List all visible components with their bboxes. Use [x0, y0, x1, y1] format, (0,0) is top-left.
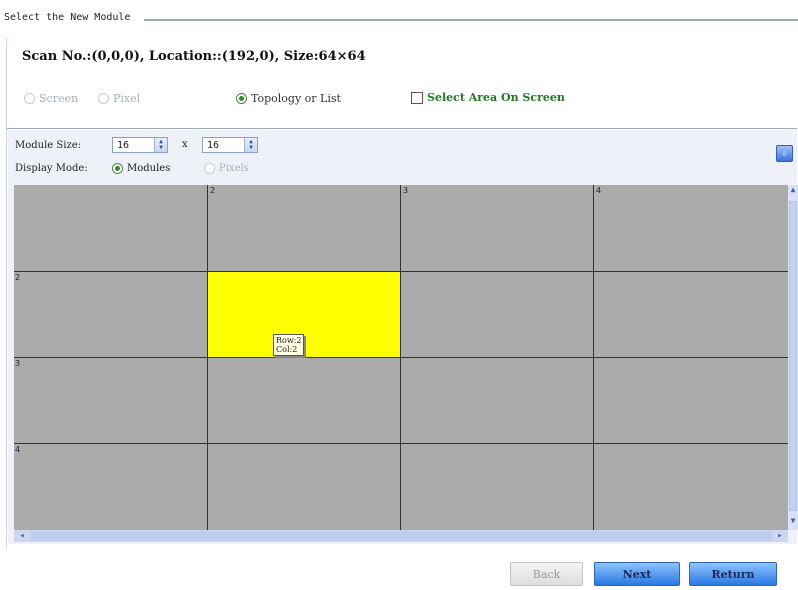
grid-row-divider — [14, 357, 788, 358]
topology-radio[interactable] — [236, 93, 247, 104]
row-label: 2 — [15, 273, 21, 282]
horizontal-scrollbar[interactable]: ◂ ▸ — [14, 530, 788, 542]
scroll-up-icon[interactable]: ▲ — [788, 185, 798, 199]
module-grid[interactable]: 2 3 4 2 3 4 Row:2 Col:2 — [14, 185, 788, 530]
next-button[interactable]: Next — [594, 562, 680, 586]
return-button[interactable]: Return — [689, 562, 777, 586]
topology-radio-label: Topology or List — [251, 92, 341, 105]
screen-radio-option[interactable]: Screen — [24, 92, 78, 105]
tooltip-col: Col:2 — [276, 345, 298, 354]
arrow-icon: ⇩ — [781, 148, 788, 159]
module-height-value[interactable]: 16 — [203, 140, 244, 151]
topology-radio-option[interactable]: Topology or List — [236, 92, 341, 105]
pixel-radio-option[interactable]: Pixel — [98, 92, 140, 105]
scan-info-text: Scan No.:(0,0,0), Location::(192,0), Siz… — [22, 49, 366, 64]
module-width-stepper[interactable]: 16 ▲ ▼ — [112, 137, 168, 153]
column-label: 4 — [596, 186, 602, 195]
modules-radio-option[interactable]: Modules — [112, 163, 170, 174]
module-height-spin-buttons[interactable]: ▲ ▼ — [244, 138, 257, 152]
pixel-radio[interactable] — [98, 93, 109, 104]
scroll-down-icon[interactable]: ▼ — [788, 516, 798, 530]
select-area-label: Select Area On Screen — [427, 91, 565, 104]
modules-radio[interactable] — [112, 163, 123, 174]
group-title: Select the New Module — [4, 12, 134, 23]
grid-row-divider — [14, 271, 788, 272]
row-label: 3 — [15, 359, 21, 368]
scroll-right-icon[interactable]: ▸ — [774, 530, 786, 542]
column-label: 2 — [210, 186, 216, 195]
display-mode-label: Display Mode: — [15, 163, 88, 174]
screen-radio[interactable] — [24, 93, 35, 104]
pixel-radio-label: Pixel — [113, 92, 141, 105]
pixels-radio-label: Pixels — [219, 163, 249, 174]
scroll-left-icon[interactable]: ◂ — [16, 530, 28, 542]
arrow-icon-button[interactable]: ⇩ — [776, 145, 793, 162]
row-label: 4 — [15, 445, 21, 454]
module-size-label: Module Size: — [15, 140, 82, 151]
select-area-checkbox-option[interactable]: Select Area On Screen — [411, 91, 565, 104]
modules-radio-label: Modules — [127, 163, 171, 174]
vertical-scrollbar[interactable]: ▲ ▼ — [788, 185, 798, 530]
horizontal-scroll-thumb[interactable] — [30, 531, 772, 541]
pixels-radio[interactable] — [204, 163, 215, 174]
select-area-checkbox[interactable] — [411, 91, 423, 104]
cell-tooltip: Row:2 Col:2 — [273, 334, 305, 356]
panel-separator — [7, 128, 797, 129]
times-sign: x — [182, 139, 188, 150]
module-width-value[interactable]: 16 — [113, 140, 154, 151]
pixels-radio-option[interactable]: Pixels — [204, 163, 249, 174]
module-height-stepper[interactable]: 16 ▲ ▼ — [202, 137, 258, 153]
screen-radio-label: Screen — [39, 92, 79, 105]
grid-row-divider — [14, 443, 788, 444]
tooltip-row: Row:2 — [276, 336, 302, 345]
group-title-rule — [144, 19, 798, 21]
vertical-scroll-thumb[interactable] — [789, 201, 797, 511]
module-width-spin-buttons[interactable]: ▲ ▼ — [154, 138, 167, 152]
back-button[interactable]: Back — [510, 562, 583, 586]
column-label: 3 — [403, 186, 409, 195]
